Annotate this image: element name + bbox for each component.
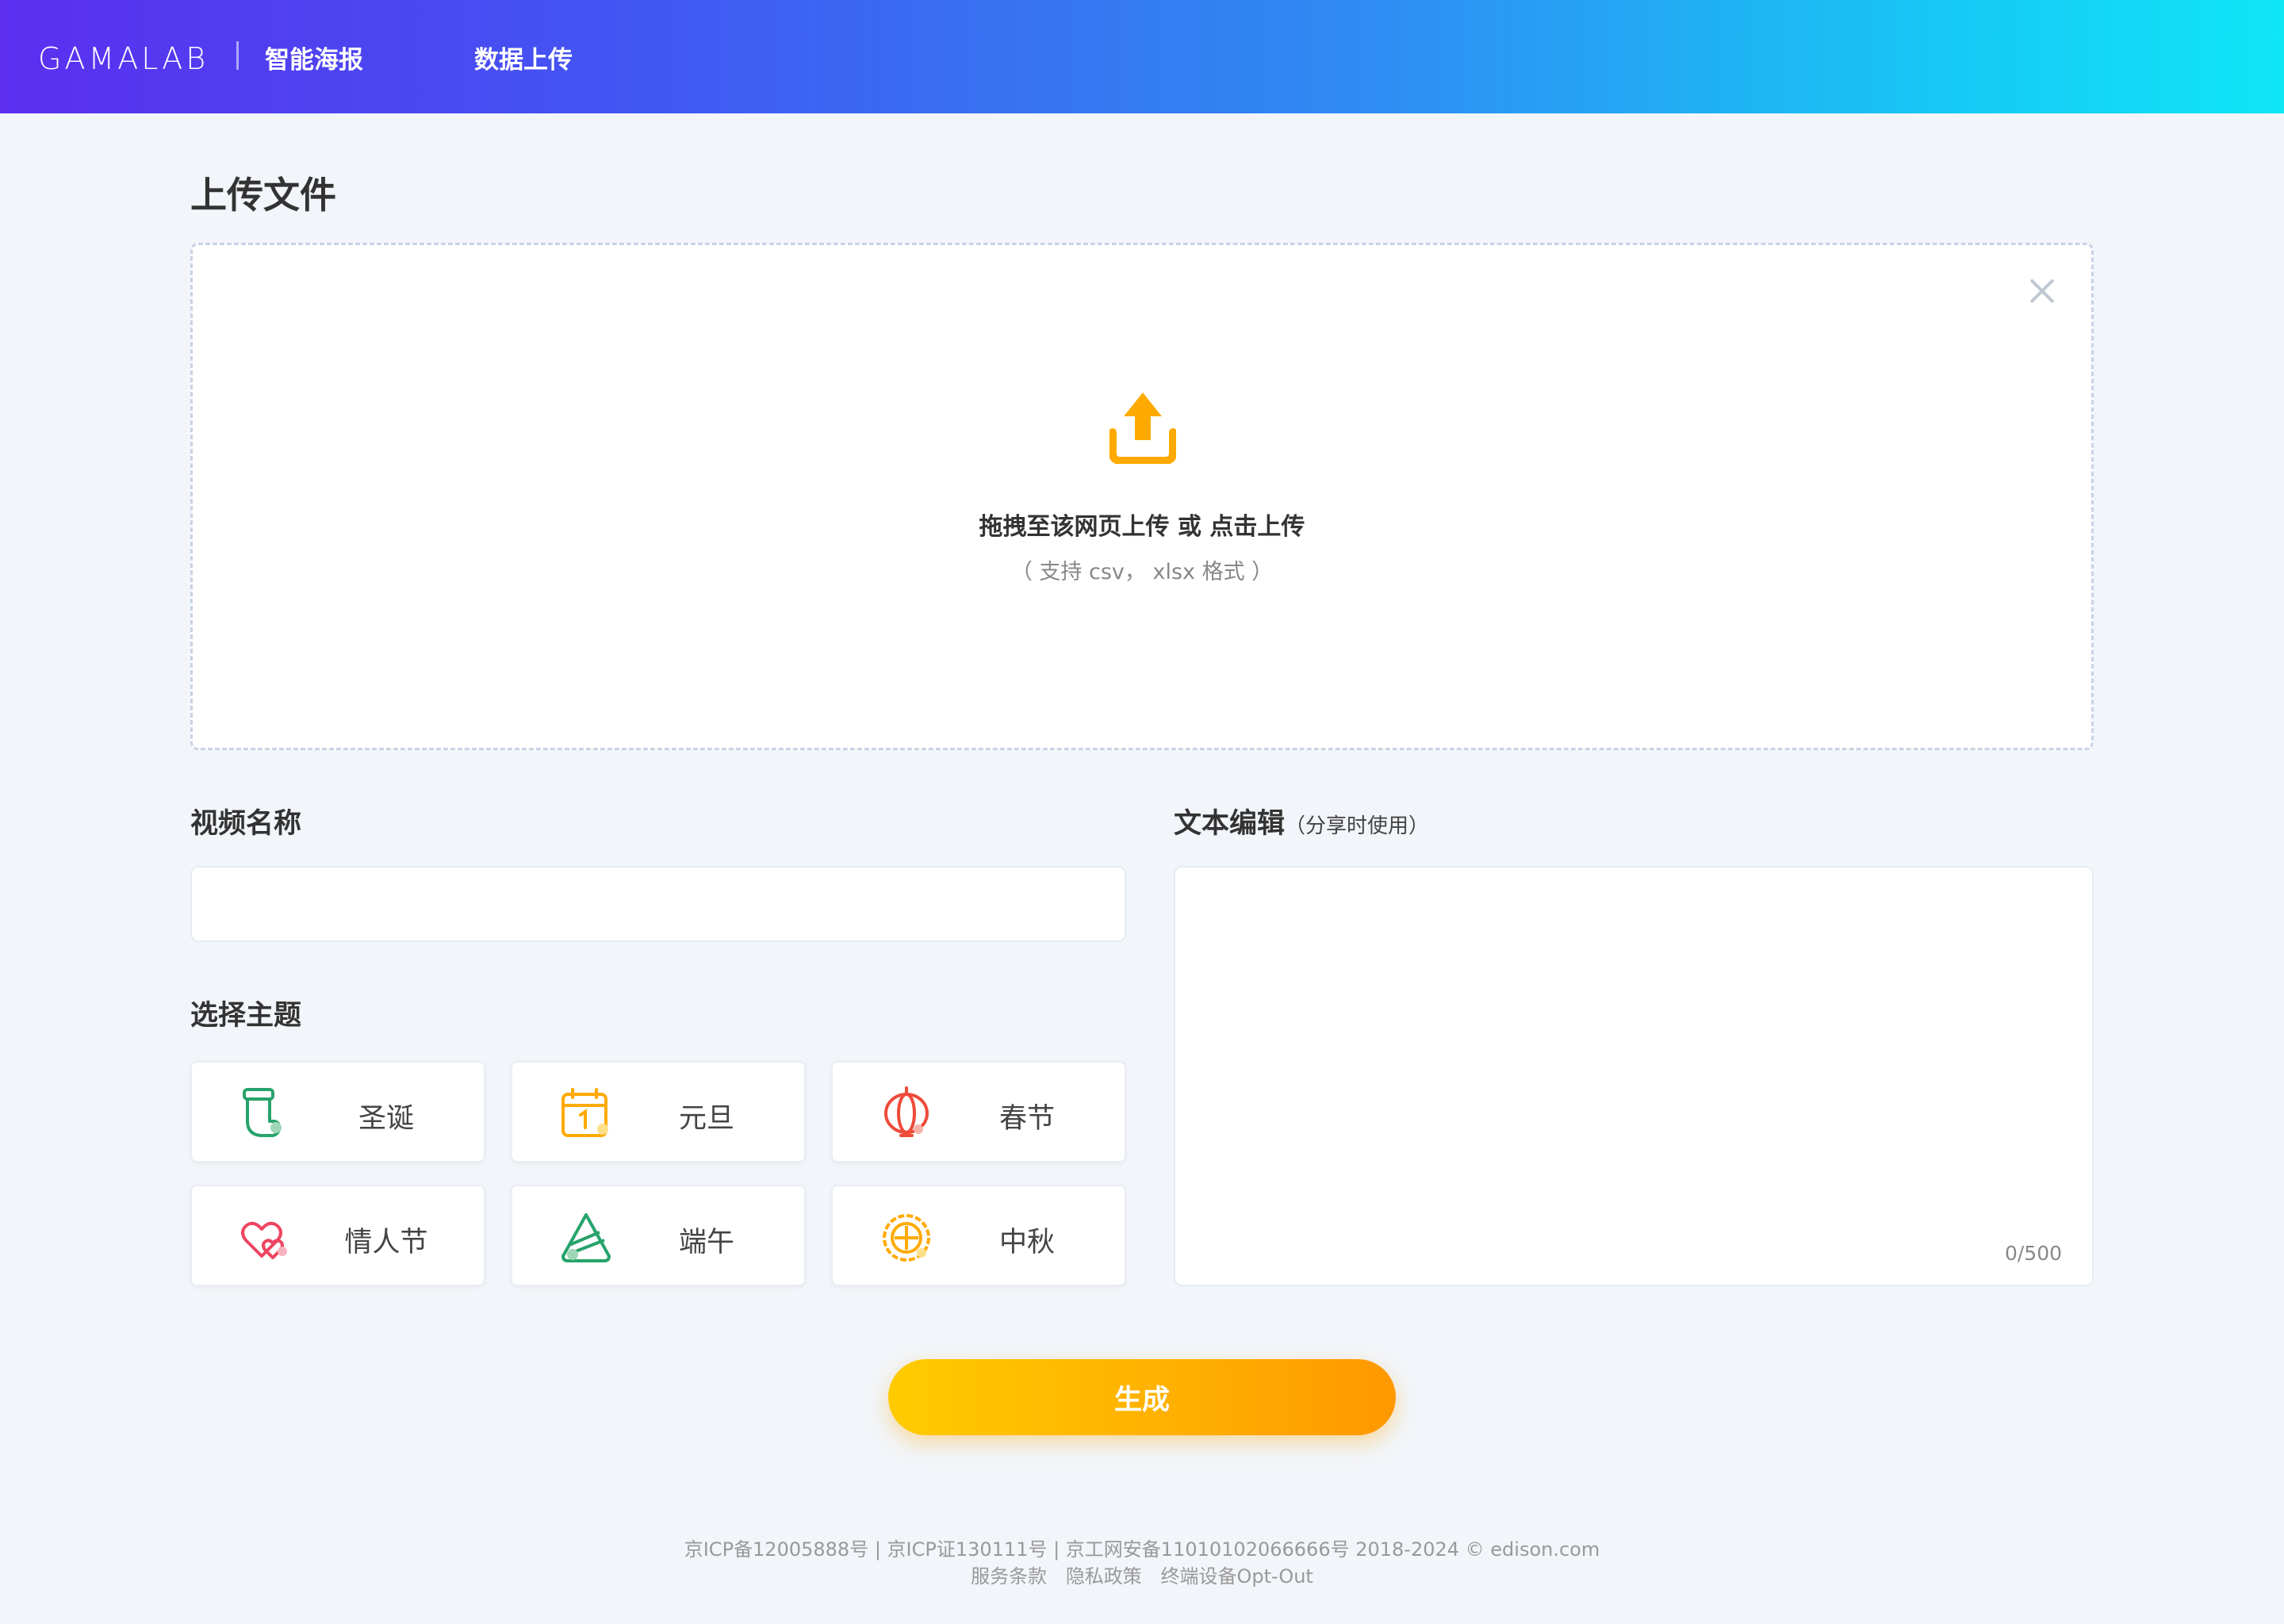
theme-name: 情人节 — [344, 1227, 428, 1258]
upload-formats: （ 支持 csv， xlsx 格式 ） — [1010, 560, 1274, 584]
text-edit-label: 文本编辑（分享时使用） — [1174, 801, 1429, 841]
theme-card-new-year[interactable]: 元旦 — [511, 1061, 806, 1162]
gamalab-logo[interactable]: GAMALAB — [38, 41, 209, 76]
top-header: GAMALAB 智能海报 数据上传 — [0, 0, 2284, 113]
page-title: 上传文件 — [190, 174, 336, 216]
upload-hint: 拖拽至该网页上传 或 点击上传 — [979, 513, 1305, 541]
logo-divider — [236, 41, 239, 70]
footer-legal: 京ICP备12005888号 | 京ICP证130111号 | 京工网安备110… — [684, 1538, 1600, 1561]
theme-card-mid-autumn[interactable]: 中秋 — [831, 1185, 1126, 1286]
file-dropzone[interactable]: 拖拽至该网页上传 或 点击上传 （ 支持 csv， xlsx 格式 ） — [190, 243, 2094, 750]
generate-button[interactable]: 生成 — [888, 1359, 1396, 1435]
text-edit-sub: （分享时使用） — [1285, 814, 1430, 838]
video-name-input[interactable] — [190, 866, 1126, 942]
hearts-icon — [241, 1221, 287, 1259]
close-icon[interactable] — [2026, 275, 2058, 307]
theme-card-christmas[interactable]: 圣诞 — [190, 1061, 485, 1162]
footer-links: 服务条款 隐私政策 终端设备Opt-Out — [0, 1561, 2284, 1588]
text-edit-textarea[interactable] — [1174, 866, 2094, 1286]
theme-name: 端午 — [678, 1227, 734, 1258]
mooncake-icon — [883, 1214, 930, 1262]
theme-name: 圣诞 — [358, 1103, 414, 1135]
theme-name: 中秋 — [998, 1227, 1055, 1258]
text-edit-title: 文本编辑 — [1174, 808, 1286, 840]
lantern-icon — [884, 1086, 929, 1137]
video-name-label: 视频名称 — [190, 808, 302, 840]
brand-title[interactable]: 智能海报 — [265, 40, 363, 75]
zongzi-icon — [561, 1213, 611, 1262]
theme-card-valentines[interactable]: 情人节 — [190, 1185, 485, 1286]
calendar-icon — [561, 1088, 608, 1137]
stocking-icon — [243, 1088, 282, 1137]
theme-card-dragon-boat[interactable]: 端午 — [511, 1185, 806, 1286]
char-counter: 0/500 — [2004, 1242, 2062, 1265]
theme-card-spring-festival[interactable]: 春节 — [831, 1061, 1126, 1162]
theme-name: 春节 — [998, 1103, 1055, 1135]
theme-label: 选择主题 — [190, 1000, 302, 1032]
upload-icon — [1109, 393, 1176, 464]
nav-data-upload[interactable]: 数据上传 — [474, 40, 573, 75]
footer-link-opt-out[interactable]: 终端设备Opt-Out — [1160, 1565, 1313, 1588]
footer-link-terms[interactable]: 服务条款 — [971, 1565, 1047, 1588]
theme-name: 元旦 — [678, 1103, 734, 1135]
footer-link-privacy[interactable]: 隐私政策 — [1066, 1565, 1142, 1588]
